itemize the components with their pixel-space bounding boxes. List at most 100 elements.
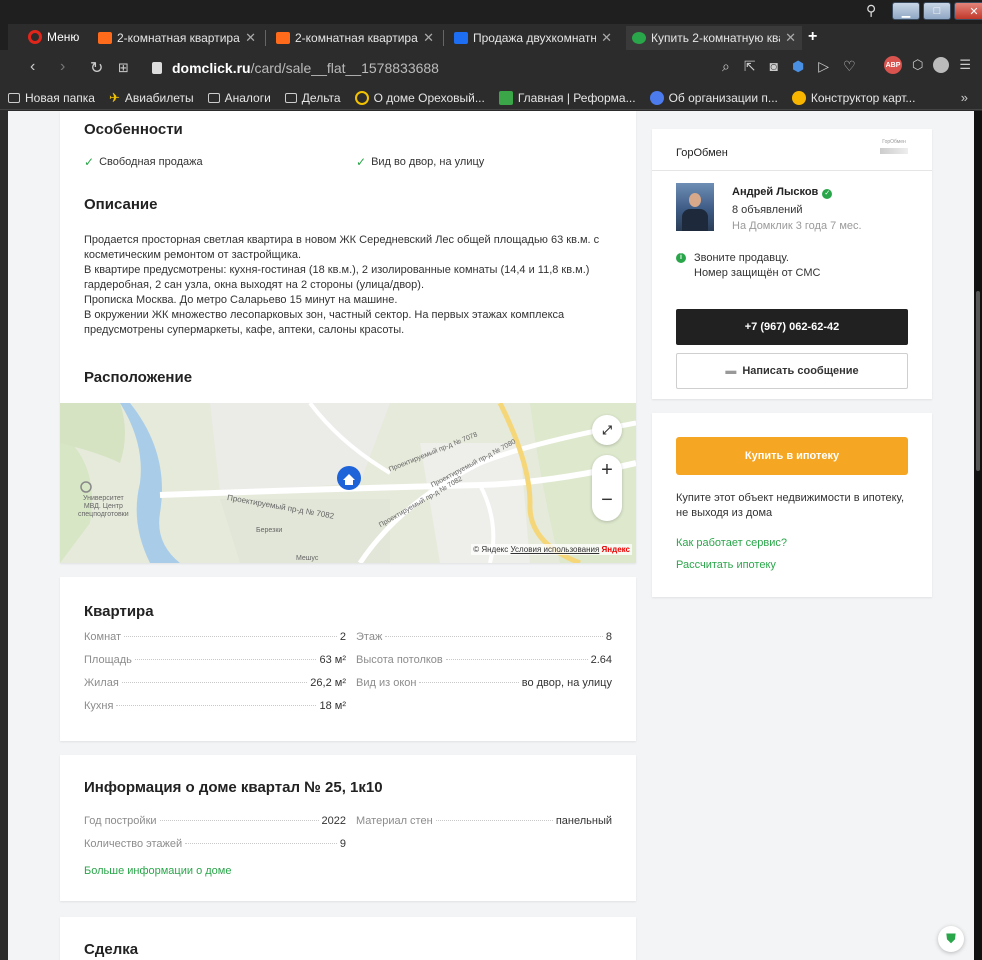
chat-icon: ▬ <box>725 365 737 377</box>
feature-label: Вид во двор, на улицу <box>371 156 485 168</box>
row-label: Этаж <box>356 631 383 643</box>
feature-item: ✓ Свободная продажа <box>84 155 203 169</box>
tab-close-icon[interactable]: ✕ <box>245 30 256 46</box>
dots-leader <box>385 636 603 637</box>
tab-3[interactable]: Продажа двухкомнатной ✕ <box>448 26 618 50</box>
copyright-prefix: © Яндекс <box>473 545 509 554</box>
description-line: гардеробная, 2 сан узла, окна выходят на… <box>84 279 425 291</box>
bookmark-item[interactable]: Об организации п... <box>649 90 778 105</box>
zoom-out-button[interactable]: − <box>592 489 622 512</box>
how-service-works-link[interactable]: Как работает сервис? <box>676 537 787 549</box>
write-message-label: Написать сообщение <box>742 365 859 377</box>
url-host: domclick.ru <box>172 60 251 76</box>
search-page-icon[interactable]: ⌕ <box>722 58 730 75</box>
tab-close-icon[interactable]: ✕ <box>601 30 612 46</box>
cube-icon[interactable]: ⬡ <box>912 57 923 73</box>
row-value: 18 м² <box>319 700 346 712</box>
camera-icon[interactable]: ◙ <box>770 58 778 75</box>
opera-menu-button[interactable]: Меню <box>28 28 79 46</box>
scrollbar-thumb[interactable] <box>976 291 980 471</box>
extensions: ABP ⬡ ☰ <box>884 56 971 74</box>
tab-2[interactable]: 2-комнатная квартира 56 ✕ <box>270 26 440 50</box>
bookmark-item[interactable]: О доме Ореховый... <box>354 90 485 105</box>
location-map[interactable]: Проектируемый пр-д № 7078 Проектируемый … <box>60 403 636 563</box>
house-info-card: Информация о доме квартал № 25, 1к10 Год… <box>60 755 636 901</box>
dots-leader <box>159 820 319 821</box>
tab-separator <box>443 30 444 46</box>
window-controls: ▁ □ ✕ <box>892 2 982 22</box>
seller-avatar <box>676 183 714 231</box>
close-window-icon[interactable]: ✕ <box>954 2 982 20</box>
url-field[interactable]: domclick.ru/card/sale__flat__1578833688 <box>152 58 439 78</box>
row-value: 63 м² <box>319 654 346 666</box>
calculate-mortgage-link[interactable]: Рассчитать ипотеку <box>676 559 776 571</box>
profile-icon[interactable] <box>933 57 950 73</box>
shield-icon[interactable]: ⬢ <box>792 58 804 75</box>
mortgage-text: Купите этот объект недвижимости в ипотек… <box>676 491 916 521</box>
house-row: Количество этажей 9 <box>84 838 346 854</box>
tab-separator <box>265 30 266 46</box>
house-row: Материал стен панельный <box>356 815 612 831</box>
bookmark-item[interactable]: Конструктор карт... <box>791 90 915 105</box>
address-tools: ⌕ ⇱ ◙ ⬢ ▷ ♡ <box>722 58 856 75</box>
tab-4-active[interactable]: Купить 2-комнатную квар ✕ <box>626 26 802 50</box>
tab-1[interactable]: 2-комнатная квартира 56 ✕ <box>92 26 262 50</box>
map-pin-icon <box>791 90 806 105</box>
more-house-info-link[interactable]: Больше информации о доме <box>84 865 231 877</box>
tab-close-icon[interactable]: ✕ <box>423 30 434 46</box>
minimize-icon[interactable]: ▁ <box>892 2 920 20</box>
description-line: предусмотрены супермаркеты, кафе, аптеки… <box>84 324 405 336</box>
seller-name[interactable]: Андрей Лысков <box>732 186 818 198</box>
dots-leader <box>185 843 337 844</box>
agency-logo: ГорОбмен <box>878 139 910 161</box>
bookmark-item[interactable]: Дельта <box>284 91 341 105</box>
bookmark-item[interactable]: Аналоги <box>207 91 271 105</box>
adblock-icon[interactable]: ABP <box>884 56 902 74</box>
description-line: В квартире предусмотрены: кухня-гостиная… <box>84 264 590 276</box>
site-logo-icon <box>649 90 664 105</box>
fullscreen-icon[interactable]: ⤢ <box>592 415 622 445</box>
seller-listings[interactable]: 8 объявлений <box>732 203 803 218</box>
agency-logo-text: ГорОбмен <box>882 139 906 145</box>
new-tab-button[interactable]: + <box>808 28 817 46</box>
maximize-icon[interactable]: □ <box>923 2 951 20</box>
dots-leader <box>134 659 317 660</box>
share-icon[interactable]: ⇱ <box>744 58 756 75</box>
verified-icon: ✓ <box>822 189 833 199</box>
bookmark-label: Главная | Реформа... <box>517 90 636 105</box>
zoom-in-button[interactable]: + <box>592 459 622 482</box>
bookmark-item[interactable]: Новая папка <box>8 91 95 105</box>
back-icon[interactable]: ‹ <box>30 58 35 76</box>
dots-leader <box>419 682 519 683</box>
apartment-row: Кухня 18 м² <box>84 700 346 716</box>
tab-favicon-icon <box>454 32 468 44</box>
show-phone-button[interactable]: +7 (967) 062-62-42 <box>676 309 908 345</box>
terms-link[interactable]: Условия использования <box>511 545 600 554</box>
bookmark-item[interactable]: Главная | Реформа... <box>498 90 636 105</box>
row-value: 2.64 <box>590 654 612 666</box>
bookmark-item[interactable]: ✈ Авиабилеты <box>109 90 194 106</box>
reload-icon[interactable]: ↻ <box>90 58 103 78</box>
seller-tenure: На Домклик 3 года 7 мес. <box>732 220 862 232</box>
house-row: Год постройки 2022 <box>84 815 346 831</box>
buy-in-mortgage-button[interactable]: Купить в ипотеку <box>676 437 908 475</box>
send-icon[interactable]: ▷ <box>818 58 829 75</box>
call-note-line: Звоните продавцу. <box>694 252 789 264</box>
search-tabs-icon[interactable]: ⚲ <box>866 2 876 19</box>
row-label: Высота потолков <box>356 654 443 666</box>
tab-close-icon[interactable]: ✕ <box>785 30 796 46</box>
description-line: В окружении ЖК множество лесопарковых зо… <box>84 309 565 321</box>
heart-icon[interactable]: ♡ <box>843 58 856 75</box>
apartment-row: Комнат 2 <box>84 631 346 647</box>
protection-shield-icon[interactable]: ⛊ <box>938 926 964 952</box>
site-logo-icon <box>498 90 513 105</box>
tab-title: Купить 2-комнатную квар <box>651 31 781 45</box>
page-scrollbar[interactable] <box>974 111 982 960</box>
write-message-button[interactable]: ▬ Написать сообщение <box>676 353 908 389</box>
folder-icon <box>8 92 20 103</box>
forward-icon[interactable]: › <box>60 58 65 76</box>
easy-setup-icon[interactable]: ☰ <box>959 57 971 73</box>
bookmarks-more-icon[interactable]: » <box>961 90 968 105</box>
mortgage-card: Купить в ипотеку Купите этот объект недв… <box>652 413 932 597</box>
speed-dial-icon[interactable]: ⊞ <box>118 60 129 76</box>
